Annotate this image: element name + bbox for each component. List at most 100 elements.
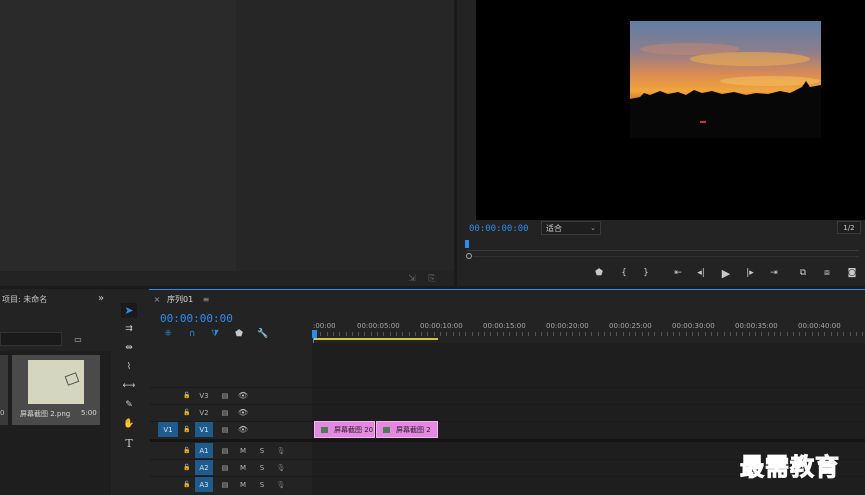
mark-out-icon[interactable]: } bbox=[640, 267, 652, 279]
ruler-tick bbox=[370, 332, 372, 336]
ruler-label: :00:00 bbox=[313, 322, 336, 330]
tab-menu-icon[interactable]: ≡ bbox=[202, 294, 210, 304]
microphone-icon[interactable]: 🎙 bbox=[272, 477, 290, 492]
ruler-label: 00:00:25:00 bbox=[609, 322, 652, 330]
video-audio-divider bbox=[150, 439, 865, 442]
ruler-tick bbox=[584, 332, 586, 336]
mute-button[interactable]: M bbox=[234, 477, 252, 492]
eye-icon[interactable]: 👁 bbox=[234, 388, 252, 403]
sync-lock-icon[interactable]: ▤ bbox=[216, 443, 234, 458]
lock-track-icon[interactable]: 🔓 bbox=[178, 422, 196, 437]
go-to-out-icon[interactable]: ⇥ bbox=[767, 267, 781, 279]
ruler-tick bbox=[471, 332, 473, 336]
ruler-tick bbox=[729, 332, 731, 336]
track-divider bbox=[150, 387, 865, 388]
timeline-playhead-marker[interactable] bbox=[312, 330, 317, 338]
lock-track-icon[interactable]: 🔓 bbox=[178, 388, 196, 403]
track-target-button[interactable]: V1 bbox=[195, 422, 213, 437]
bin-icon[interactable]: ▭ bbox=[72, 334, 84, 344]
track-select-tool-icon[interactable]: ⇉ bbox=[121, 322, 137, 336]
export-frame-icon[interactable]: ⇲ bbox=[406, 274, 418, 284]
project-panel-title[interactable]: 项目: 未命名 bbox=[2, 294, 47, 305]
ruler-tick bbox=[402, 332, 404, 336]
work-area-bar[interactable] bbox=[314, 338, 438, 340]
hand-tool-icon[interactable]: ✋ bbox=[121, 417, 137, 431]
track-target-button[interactable]: V2 bbox=[195, 405, 213, 420]
ruler-tick bbox=[818, 332, 819, 336]
step-forward-icon[interactable]: |▸ bbox=[744, 267, 756, 279]
track-target-button[interactable]: A1 bbox=[195, 443, 213, 458]
fit-dropdown[interactable]: 适合 ⌄ bbox=[541, 221, 601, 235]
ruler-tick bbox=[521, 332, 523, 336]
microphone-icon[interactable]: 🎙 bbox=[272, 443, 290, 458]
timeline-clip[interactable]: 屏幕截图 20 bbox=[314, 421, 375, 438]
ruler-tick bbox=[503, 332, 504, 336]
solo-button[interactable]: S bbox=[253, 443, 271, 458]
selection-tool-icon[interactable]: ➤ bbox=[121, 303, 137, 318]
sync-lock-icon[interactable]: ▤ bbox=[216, 477, 234, 492]
eye-icon[interactable]: 👁 bbox=[234, 405, 252, 420]
playhead-marker[interactable] bbox=[465, 240, 469, 248]
ruler-tick bbox=[862, 332, 864, 336]
solo-button[interactable]: S bbox=[253, 477, 271, 492]
sync-lock-icon[interactable]: ▤ bbox=[216, 460, 234, 475]
lock-track-icon[interactable]: 🔓 bbox=[178, 477, 196, 492]
razor-tool-icon[interactable]: ⌇ bbox=[121, 360, 137, 374]
sunset-image bbox=[630, 21, 821, 138]
timeline-clip[interactable]: 屏幕截图 2 bbox=[376, 421, 438, 438]
ruler-tick bbox=[811, 332, 813, 336]
program-scrub-bar[interactable] bbox=[465, 240, 859, 254]
extract-icon[interactable]: ⧈ bbox=[820, 267, 834, 279]
ruler-tick bbox=[704, 332, 706, 336]
fx-badge-icon bbox=[383, 426, 390, 433]
track-target-button[interactable]: A2 bbox=[195, 460, 213, 475]
watermark-logo: 最需教育 bbox=[740, 452, 840, 482]
timeline-tab-label[interactable]: 序列01 bbox=[167, 294, 193, 305]
scrub-zoom-handle[interactable] bbox=[466, 253, 472, 259]
ruler-tick bbox=[736, 332, 738, 336]
ruler-tick bbox=[566, 332, 567, 336]
snap-magnet-icon[interactable]: ∩ bbox=[186, 328, 198, 340]
microphone-icon[interactable]: 🎙 bbox=[272, 460, 290, 475]
go-to-in-icon[interactable]: ⇤ bbox=[671, 267, 685, 279]
ripple-edit-tool-icon[interactable]: ⇹ bbox=[121, 341, 137, 355]
camera-icon[interactable]: ◙ bbox=[845, 267, 859, 279]
wrench-icon[interactable]: 🔧 bbox=[257, 328, 269, 340]
track-target-button[interactable]: A3 bbox=[195, 477, 213, 492]
lock-track-icon[interactable]: 🔓 bbox=[178, 405, 196, 420]
add-marker-timeline-icon[interactable]: ⬟ bbox=[233, 328, 245, 340]
linked-selection-icon[interactable]: ⧩ bbox=[209, 328, 221, 340]
lift-icon[interactable]: ⧉ bbox=[796, 267, 810, 279]
track-target-button[interactable]: V3 bbox=[195, 388, 213, 403]
lock-track-icon[interactable]: 🔓 bbox=[178, 460, 196, 475]
timeline-timecode[interactable]: 00:00:00:00 bbox=[160, 312, 233, 325]
project-item-card[interactable]: 屏幕截图 2.png 5:00 bbox=[12, 355, 100, 425]
pen-tool-icon[interactable]: ✎ bbox=[121, 398, 137, 412]
mute-button[interactable]: M bbox=[234, 460, 252, 475]
eye-icon[interactable]: 👁 bbox=[234, 422, 252, 437]
nest-toggle-icon[interactable]: ⁜ bbox=[162, 328, 174, 340]
program-timecode[interactable]: 00:00:00:00 bbox=[469, 224, 529, 234]
sync-lock-icon[interactable]: ▤ bbox=[216, 405, 234, 420]
settings-out-icon[interactable]: ⎘ bbox=[426, 274, 438, 284]
panel-overflow-icon[interactable]: » bbox=[96, 293, 106, 304]
type-tool-icon[interactable]: T bbox=[121, 436, 137, 450]
ruler-tick bbox=[559, 332, 561, 336]
slip-tool-icon[interactable]: ⟷ bbox=[121, 379, 137, 393]
mute-button[interactable]: M bbox=[234, 443, 252, 458]
sync-lock-icon[interactable]: ▤ bbox=[216, 422, 234, 437]
lock-track-icon[interactable]: 🔓 bbox=[178, 443, 196, 458]
play-icon[interactable]: ▶ bbox=[719, 266, 733, 280]
project-search-input[interactable] bbox=[0, 332, 62, 346]
mark-in-icon[interactable]: { bbox=[618, 267, 630, 279]
step-back-icon[interactable]: ◂| bbox=[695, 267, 707, 279]
ruler-tick bbox=[805, 332, 807, 336]
source-patch-button[interactable]: V1 bbox=[158, 422, 178, 437]
sync-lock-icon[interactable]: ▤ bbox=[216, 388, 234, 403]
ruler-tick bbox=[748, 332, 750, 336]
solo-button[interactable]: S bbox=[253, 460, 271, 475]
add-marker-icon[interactable]: ⬟ bbox=[593, 267, 605, 279]
close-tab-icon[interactable]: × bbox=[153, 294, 161, 304]
ruler-tick bbox=[597, 332, 599, 336]
resolution-dropdown[interactable]: 1/2 bbox=[837, 221, 861, 234]
